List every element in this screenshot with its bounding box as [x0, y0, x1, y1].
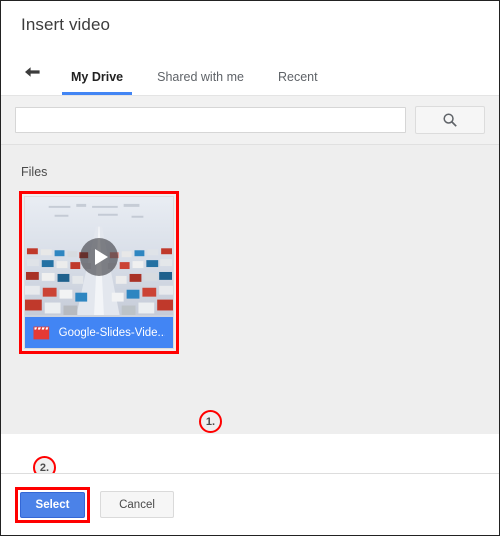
tab-my-drive-label: My Drive — [71, 70, 124, 84]
tab-recent-label: Recent — [277, 70, 318, 84]
annotation-marker-2-label: 2. — [39, 461, 50, 474]
play-icon[interactable] — [80, 238, 118, 276]
annotation-marker-1: 1. — [199, 410, 222, 433]
file-thumbnail[interactable] — [25, 197, 173, 317]
dialog-footer: Select Cancel — [1, 473, 499, 535]
insert-video-dialog: Insert video My Drive Shared with me Rec… — [0, 0, 500, 536]
search-button[interactable] — [415, 106, 485, 134]
file-name: Google-Slides-Vide... — [58, 326, 165, 339]
annotation-marker-1-label: 1. — [205, 415, 216, 428]
search-icon — [443, 113, 457, 127]
page-title: Insert video — [21, 15, 111, 34]
file-grid: Google-Slides-Vide... — [1, 179, 499, 354]
files-section-label: Files — [21, 165, 48, 179]
tab-strip: My Drive Shared with me Recent — [1, 49, 499, 95]
tab-shared-with-me[interactable]: Shared with me — [145, 70, 256, 95]
files-area: Files Google-Slides-Vide... 1. — [1, 145, 499, 434]
cancel-button[interactable]: Cancel — [100, 491, 174, 518]
select-button[interactable]: Select — [20, 491, 85, 518]
select-button-highlight: Select — [15, 486, 90, 523]
selected-file-highlight: Google-Slides-Vide... — [19, 191, 179, 354]
back-arrow-icon[interactable] — [15, 56, 49, 90]
film-clapperboard-icon — [33, 326, 50, 339]
tab-recent[interactable]: Recent — [266, 70, 330, 95]
file-label-bar: Google-Slides-Vide... — [25, 317, 173, 348]
list-item[interactable]: Google-Slides-Vide... — [24, 196, 174, 349]
tab-my-drive[interactable]: My Drive — [59, 70, 135, 95]
dialog-title-bar: Insert video — [1, 1, 499, 49]
tab-shared-with-me-label: Shared with me — [157, 70, 244, 84]
search-bar — [1, 95, 499, 145]
search-input[interactable] — [15, 107, 406, 133]
